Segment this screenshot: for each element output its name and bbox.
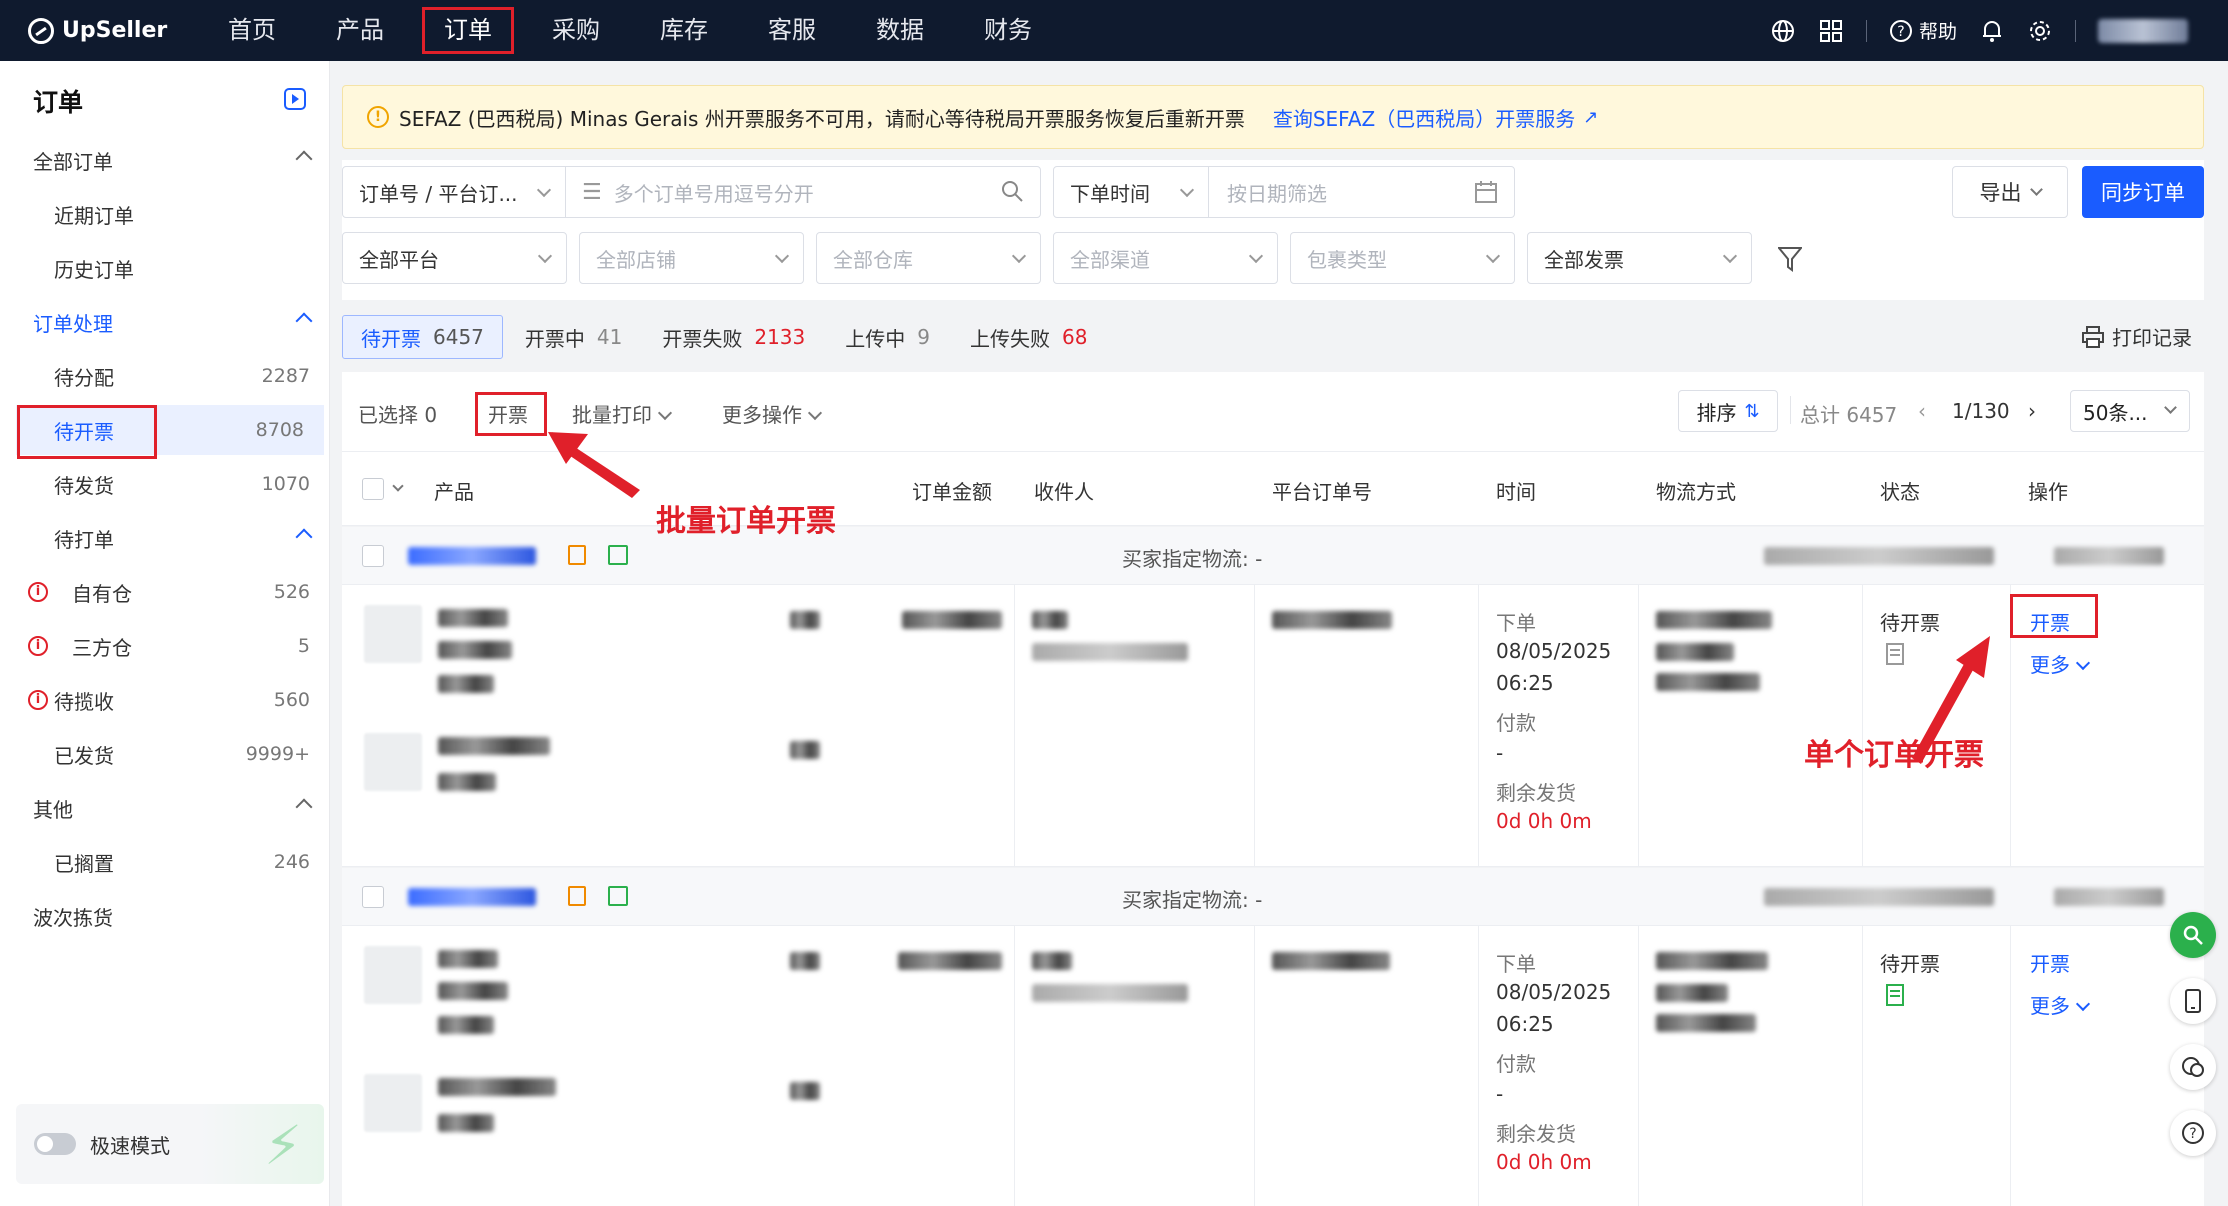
annotation-single: 单个订单开票	[1804, 738, 1984, 773]
search-fab[interactable]	[2170, 912, 2216, 958]
annotation-arrows	[548, 432, 1990, 764]
chat-icon[interactable]	[2170, 1044, 2216, 1090]
annotation-batch: 批量订单开票	[656, 504, 836, 539]
svg-text:?: ?	[2189, 1126, 2196, 1142]
help-fab-icon[interactable]: ?	[2170, 1110, 2216, 1156]
mobile-icon[interactable]	[2170, 978, 2216, 1024]
